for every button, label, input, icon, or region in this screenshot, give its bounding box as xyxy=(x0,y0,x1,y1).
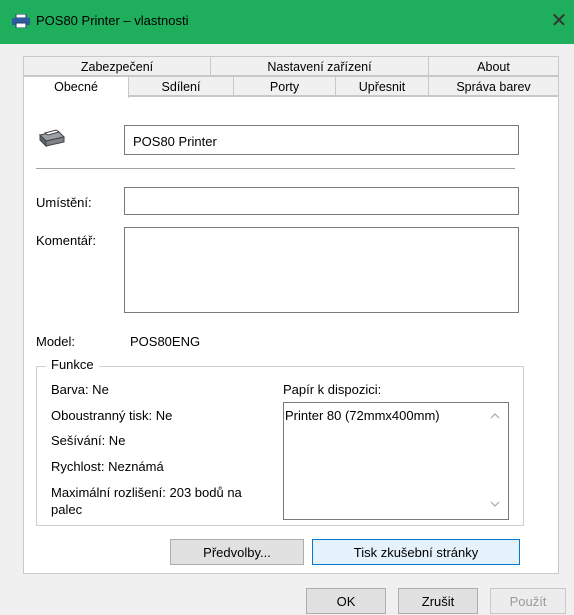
tab-advanced[interactable]: Upřesnit xyxy=(335,76,429,96)
preferences-button[interactable]: Předvolby... xyxy=(170,539,304,565)
feature-resolution-cont: palec xyxy=(51,502,83,517)
tab-color-management[interactable]: Správa barev xyxy=(428,76,559,96)
location-input[interactable] xyxy=(124,187,519,215)
scroll-up-icon[interactable] xyxy=(490,412,500,420)
location-label: Umístění: xyxy=(36,195,92,210)
feature-staple: Sešívání: Ne xyxy=(51,433,126,448)
printer-device-icon xyxy=(39,129,65,148)
feature-duplex: Oboustranný tisk: Ne xyxy=(51,408,173,423)
tab-general[interactable]: Obecné xyxy=(23,76,129,98)
model-value: POS80ENG xyxy=(130,334,201,349)
printer-name-value: POS80 Printer xyxy=(133,134,217,149)
tab-sharing[interactable]: Sdílení xyxy=(128,76,234,96)
apply-button[interactable]: Použít xyxy=(490,588,566,614)
comment-textarea[interactable] xyxy=(124,227,519,313)
close-icon[interactable]: ✕ xyxy=(548,9,570,33)
paper-list-item[interactable]: Printer 80 (72mmx400mm) xyxy=(285,408,440,423)
cancel-button[interactable]: Zrušit xyxy=(398,588,478,614)
paper-available-label: Papír k dispozici: xyxy=(283,382,382,397)
tab-ports[interactable]: Porty xyxy=(233,76,336,96)
model-label: Model: xyxy=(36,334,76,349)
features-title: Funkce xyxy=(46,357,99,372)
print-test-page-button[interactable]: Tisk zkušební stránky xyxy=(312,539,520,565)
feature-resolution: Maximální rozlišení: 203 bodů na xyxy=(51,485,242,500)
separator xyxy=(36,168,515,169)
printer-name-input[interactable]: POS80 Printer xyxy=(124,125,519,155)
printer-icon xyxy=(12,14,30,28)
ok-button[interactable]: OK xyxy=(306,588,386,614)
feature-speed: Rychlost: Neznámá xyxy=(51,459,164,474)
tab-security[interactable]: Zabezpečení xyxy=(23,56,211,76)
tab-device-settings[interactable]: Nastavení zařízení xyxy=(210,56,429,76)
comment-label: Komentář: xyxy=(36,233,96,248)
window-title: POS80 Printer – vlastnosti xyxy=(36,13,189,28)
scroll-down-icon[interactable] xyxy=(490,500,500,508)
feature-color: Barva: Ne xyxy=(51,382,109,397)
tab-about[interactable]: About xyxy=(428,56,559,76)
